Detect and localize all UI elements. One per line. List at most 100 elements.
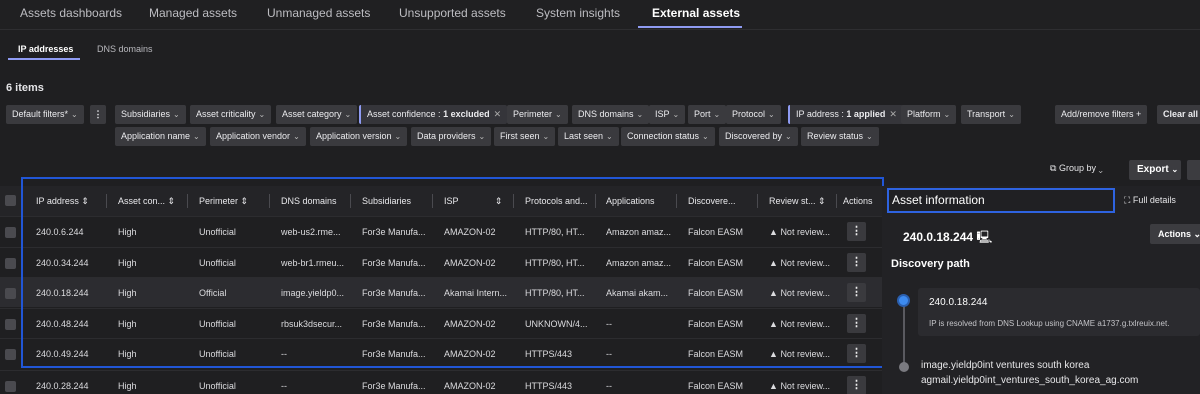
filter-review-status[interactable]: Review status ⌄ bbox=[801, 127, 879, 146]
col-protocols[interactable]: Protocols and... bbox=[525, 196, 588, 206]
tab-managed-assets[interactable]: Managed assets bbox=[149, 6, 237, 20]
filter-port[interactable]: Port ⌄ bbox=[688, 105, 727, 124]
clear-all-button[interactable]: Clear all bbox=[1157, 105, 1200, 124]
column-divider[interactable] bbox=[757, 194, 758, 208]
filter-data-providers[interactable]: Data providers ⌄ bbox=[411, 127, 492, 146]
more-options-button[interactable]: ⋮ bbox=[90, 105, 106, 124]
filter-platform[interactable]: Platform ⌄ bbox=[901, 105, 957, 124]
column-divider[interactable] bbox=[676, 194, 677, 208]
row-actions-button[interactable]: ⋮ bbox=[847, 222, 866, 241]
cell-review-status: ▲ Not review... bbox=[769, 258, 830, 268]
cell-ip[interactable]: 240.0.49.244 bbox=[36, 349, 89, 359]
panel-actions-button[interactable]: Actions ⌄ bbox=[1150, 224, 1200, 244]
col-discovered-by[interactable]: Discovere... bbox=[688, 196, 736, 206]
filter-application-version[interactable]: Application version ⌄ bbox=[310, 127, 408, 146]
cell-ip[interactable]: 240.0.34.244 bbox=[36, 258, 89, 268]
group-by-button[interactable]: ⧉ Group by ⌄ bbox=[1050, 163, 1103, 174]
cell-review-status: ▲ Not review... bbox=[769, 288, 830, 298]
filter-transport[interactable]: Transport ⌄ bbox=[961, 105, 1021, 124]
cell-ip[interactable]: 240.0.28.244 bbox=[36, 381, 89, 391]
filter-connection-status[interactable]: Connection status ⌄ bbox=[621, 127, 715, 146]
column-divider[interactable] bbox=[595, 194, 596, 208]
column-divider[interactable] bbox=[513, 194, 514, 208]
filter-asset-criticality[interactable]: Asset criticality ⌄ bbox=[190, 105, 272, 124]
row-actions-button[interactable]: ⋮ bbox=[847, 314, 866, 333]
column-divider[interactable] bbox=[350, 194, 351, 208]
subtab-dns-domains[interactable]: DNS domains bbox=[97, 44, 153, 54]
filter-subsidiaries[interactable]: Subsidiaries ⌄ bbox=[115, 105, 186, 124]
filter-application-vendor[interactable]: Application vendor ⌄ bbox=[210, 127, 306, 146]
col-review-status[interactable]: Review st... ⇕ bbox=[769, 196, 826, 207]
table-row[interactable]: 240.0.49.244 High Unofficial -- For3e Ma… bbox=[0, 338, 882, 368]
chevron-down-icon: ⌄ bbox=[702, 132, 709, 141]
cell-perimeter: Unofficial bbox=[199, 227, 236, 237]
column-divider[interactable] bbox=[836, 194, 837, 208]
cell-discovered-by: Falcon EASM bbox=[688, 288, 744, 298]
col-dns-domains[interactable]: DNS domains bbox=[281, 196, 337, 206]
row-actions-button[interactable]: ⋮ bbox=[847, 344, 866, 363]
col-applications[interactable]: Applications bbox=[606, 196, 655, 206]
row-actions-button[interactable]: ⋮ bbox=[847, 253, 866, 272]
filter-last-seen[interactable]: Last seen ⌄ bbox=[558, 127, 619, 146]
col-subsidiaries[interactable]: Subsidiaries bbox=[362, 196, 411, 206]
row-checkbox[interactable] bbox=[5, 288, 16, 299]
col-asset-confidence[interactable]: Asset con... ⇕ bbox=[118, 196, 175, 207]
filter-asset-category[interactable]: Asset category ⌄ bbox=[276, 105, 358, 124]
filter-dns-domains[interactable]: DNS domains ⌄ bbox=[572, 105, 650, 124]
cell-applications: Amazon amaz... bbox=[606, 258, 672, 268]
filter-default[interactable]: Default filters* ⌄ bbox=[6, 105, 84, 124]
row-checkbox[interactable] bbox=[5, 381, 16, 392]
row-checkbox[interactable] bbox=[5, 349, 16, 360]
step-description: IP is resolved from DNS Lookup using CNA… bbox=[929, 319, 1170, 328]
filter-isp[interactable]: ISP ⌄ bbox=[649, 105, 686, 124]
row-checkbox[interactable] bbox=[5, 319, 16, 330]
column-settings-button[interactable] bbox=[1187, 160, 1200, 180]
full-details-button[interactable]: ⛶ Full details bbox=[1124, 195, 1176, 206]
table-row[interactable]: 240.0.28.244 High Unofficial -- For3e Ma… bbox=[0, 370, 882, 394]
filter-perimeter[interactable]: Perimeter ⌄ bbox=[507, 105, 568, 124]
tab-system-insights[interactable]: System insights bbox=[536, 6, 620, 20]
filter-application-name[interactable]: Application name ⌄ bbox=[115, 127, 206, 146]
filter-protocol[interactable]: Protocol ⌄ bbox=[726, 105, 781, 124]
row-actions-button[interactable]: ⋮ bbox=[847, 376, 866, 394]
row-actions-button[interactable]: ⋮ bbox=[847, 283, 866, 302]
table-row[interactable]: 240.0.48.244 High Unofficial rbsuk3dsecu… bbox=[0, 308, 882, 338]
filter-ip-address[interactable]: IP address : 1 applied ✕ bbox=[788, 105, 903, 124]
col-perimeter[interactable]: Perimeter ⇕ bbox=[199, 196, 248, 207]
tab-unmanaged-assets[interactable]: Unmanaged assets bbox=[267, 6, 370, 20]
filter-asset-confidence[interactable]: Asset confidence : 1 excluded ✕ bbox=[359, 105, 508, 124]
row-checkbox[interactable] bbox=[5, 227, 16, 238]
row-checkbox[interactable] bbox=[5, 258, 16, 269]
filter-discovered-by[interactable]: Discovered by ⌄ bbox=[719, 127, 798, 146]
table-row-selected[interactable]: 240.0.18.244 High Official image.yieldp0… bbox=[0, 277, 882, 307]
cell-discovered-by: Falcon EASM bbox=[688, 381, 744, 391]
cell-subsidiary: For3e Manufa... bbox=[362, 381, 426, 391]
warning-icon: ▲ bbox=[769, 227, 778, 237]
cell-dns: web-br1.rmeu... bbox=[281, 258, 345, 268]
subtab-ip-addresses[interactable]: IP addresses bbox=[18, 44, 73, 54]
col-isp[interactable]: ISP ⇕ bbox=[444, 196, 502, 207]
table-row[interactable]: 240.0.34.244 High Unofficial web-br1.rme… bbox=[0, 247, 882, 277]
column-divider[interactable] bbox=[432, 194, 433, 208]
cell-ip[interactable]: 240.0.6.244 bbox=[36, 227, 84, 237]
column-divider[interactable] bbox=[269, 194, 270, 208]
cell-ip[interactable]: 240.0.48.244 bbox=[36, 319, 89, 329]
column-divider[interactable] bbox=[106, 194, 107, 208]
warning-icon: ▲ bbox=[769, 288, 778, 298]
export-button[interactable]: Export ⌄ bbox=[1129, 160, 1181, 180]
add-remove-filters-button[interactable]: Add/remove filters + bbox=[1055, 105, 1148, 124]
tab-external-assets[interactable]: External assets bbox=[652, 6, 740, 20]
tab-assets-dashboards[interactable]: Assets dashboards bbox=[20, 6, 122, 20]
select-all-checkbox[interactable] bbox=[5, 195, 16, 206]
cell-ip[interactable]: 240.0.18.244 bbox=[36, 288, 89, 298]
discovery-step-card[interactable]: 240.0.18.244 IP is resolved from DNS Loo… bbox=[918, 288, 1200, 336]
cell-subsidiary: For3e Manufa... bbox=[362, 227, 426, 237]
top-navigation: Assets dashboards Managed assets Unmanag… bbox=[0, 0, 1200, 30]
close-icon[interactable]: ✕ bbox=[889, 109, 897, 119]
filter-first-seen[interactable]: First seen ⌄ bbox=[494, 127, 556, 146]
close-icon[interactable]: ✕ bbox=[494, 109, 502, 119]
table-row[interactable]: 240.0.6.244 High Unofficial web-us2.rme.… bbox=[0, 216, 882, 246]
col-ip-address[interactable]: IP address ⇕ bbox=[36, 196, 89, 207]
column-divider[interactable] bbox=[187, 194, 188, 208]
tab-unsupported-assets[interactable]: Unsupported assets bbox=[399, 6, 506, 20]
